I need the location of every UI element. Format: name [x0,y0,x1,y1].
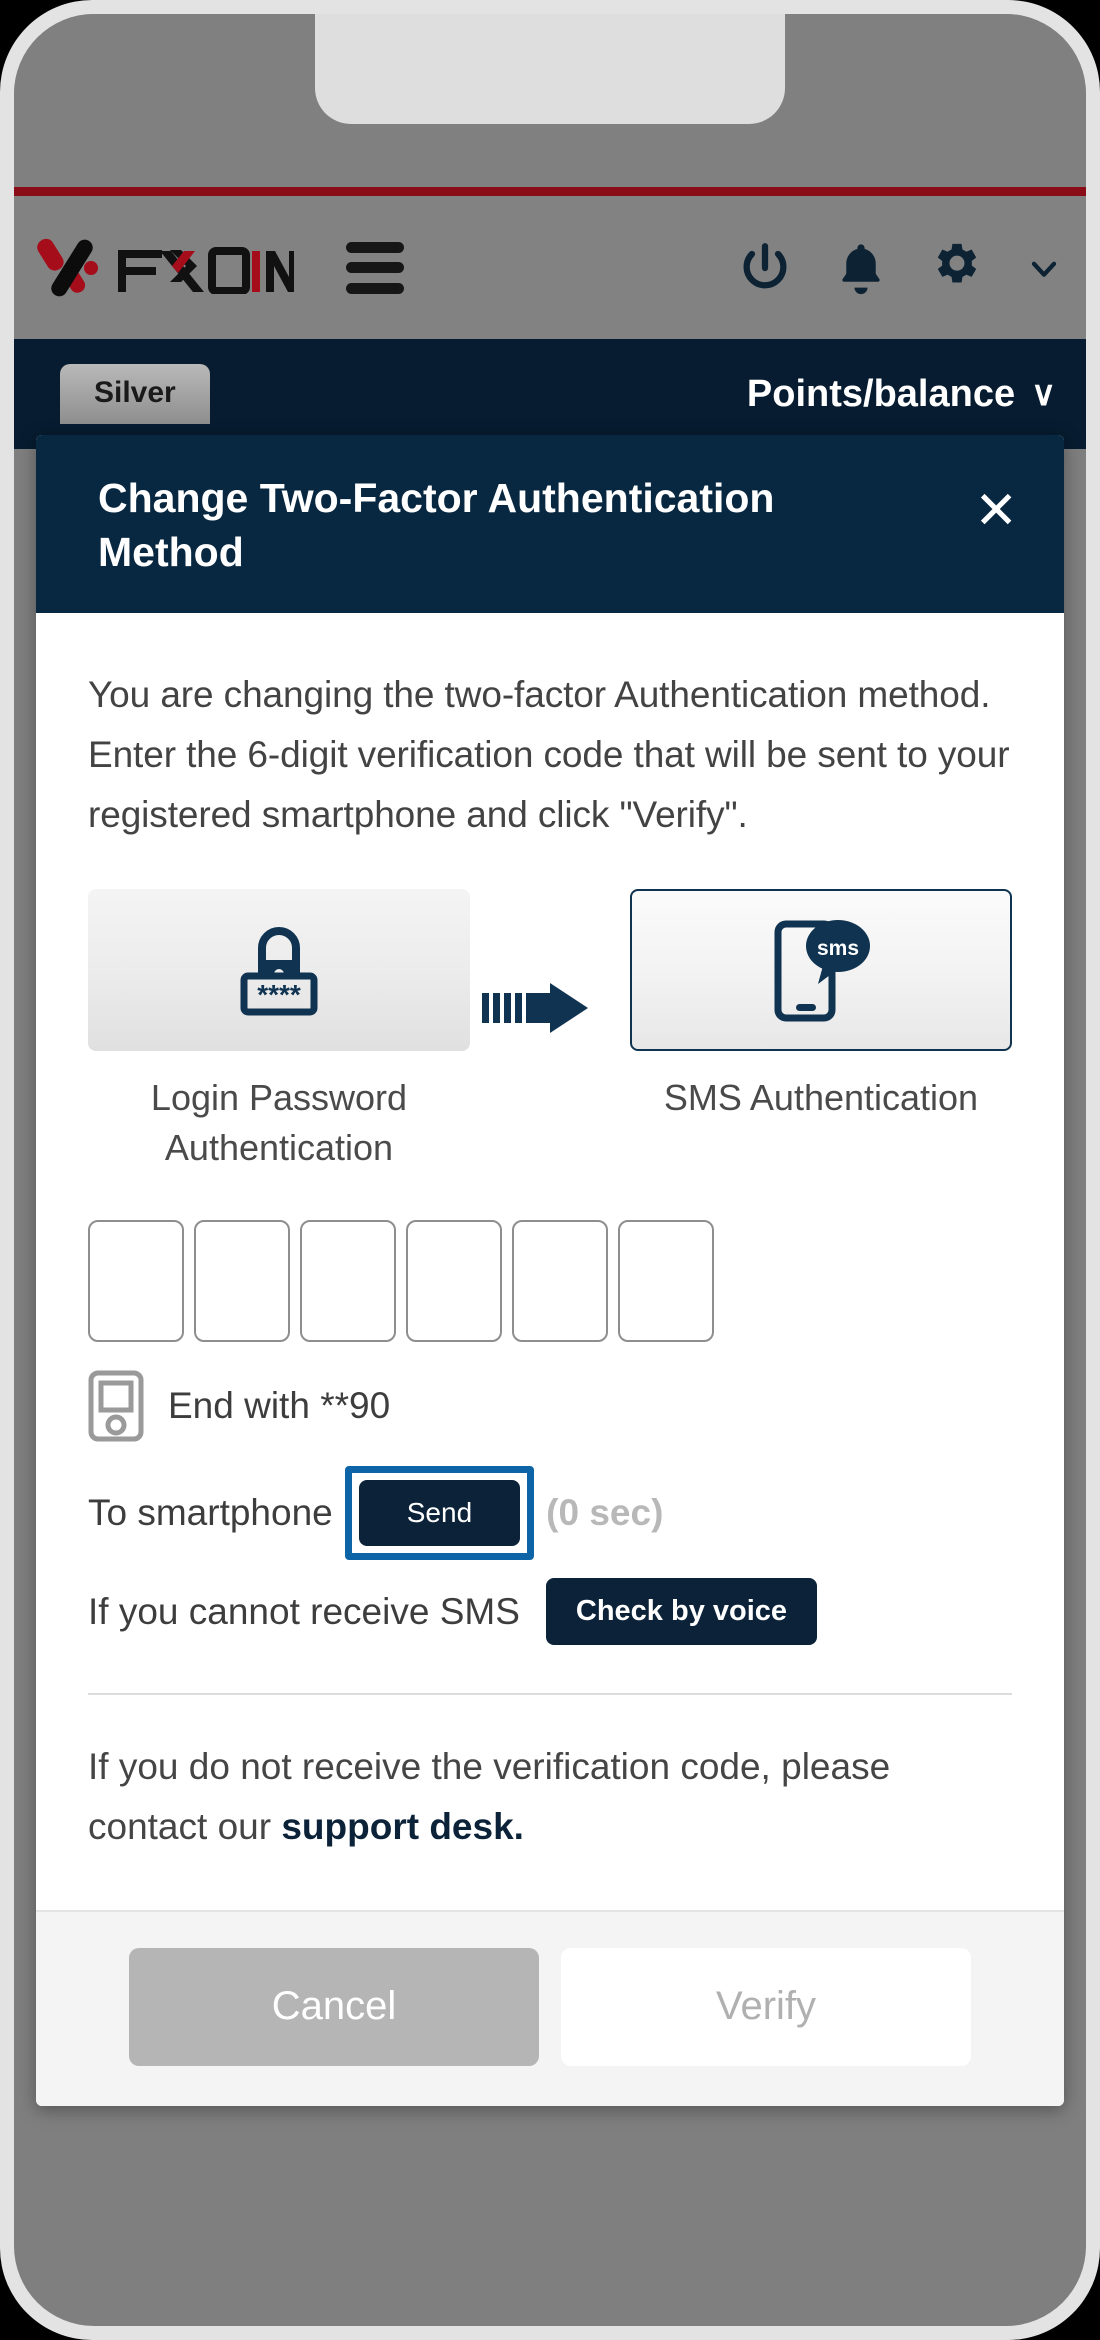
sms-badge-label: sms [817,937,859,960]
otp-digit-4[interactable] [406,1220,502,1343]
method-label-from: Login Password Authentication [150,1077,408,1168]
method-labels: Login Password Authentication SMS Authen… [88,1073,1012,1172]
points-balance-label: Points/balance [746,372,1016,415]
dialog-title: Change Two-Factor Authentication Method [98,475,775,576]
voice-row-label: If you cannot receive SMS [88,1590,520,1632]
fxon-logo-mark [37,238,98,296]
divider [88,1693,1012,1696]
support-note: If you do not receive the verification c… [88,1737,1012,1901]
phone-notch [315,14,785,124]
arrow-right-icon [482,983,588,1034]
dialog-footer: Cancel Verify [36,1909,1064,2106]
otp-digit-1[interactable] [88,1220,184,1343]
hamburger-bar [346,282,404,294]
cancel-button[interactable]: Cancel [129,1947,539,2066]
mobile-phone-icon [88,1370,144,1442]
gear-icon[interactable] [928,239,986,297]
close-icon[interactable]: ✕ [968,485,1024,538]
points-balance-toggle[interactable]: Points/balance ∨ [747,373,1056,416]
two-factor-change-dialog: Change Two-Factor Authentication Method … [36,435,1064,2106]
chevron-down-icon[interactable] [1024,248,1064,288]
site-header [14,196,1086,339]
hamburger-bar [346,262,404,273]
otp-digit-2[interactable] [194,1220,290,1343]
send-row-label: To smartphone [88,1492,333,1534]
dialog-body: You are changing the two-factor Authenti… [36,613,1064,1910]
verify-button[interactable]: Verify [561,1947,971,2066]
check-by-voice-button[interactable]: Check by voice [545,1578,818,1646]
otp-digit-6[interactable] [618,1220,714,1343]
voice-fallback-row: If you cannot receive SMS Check by voice [88,1578,1012,1646]
method-card-sms: sms [630,889,1012,1052]
method-transition: **** sms [88,889,1012,1052]
power-icon[interactable] [736,239,794,297]
method-label-to: SMS Authentication [663,1077,979,1119]
send-code-row: To smartphone Send (0 sec) [88,1466,1012,1561]
otp-digit-5[interactable] [512,1220,608,1343]
password-lock-icon: **** [240,927,318,1016]
hamburger-menu-icon[interactable] [346,241,404,294]
tier-badge[interactable]: Silver [60,364,210,424]
destination-row: End with **90 [88,1370,1012,1442]
phone-mockup-frame: Silver Points/balance ∨ Change Two-Facto… [0,0,1100,2340]
otp-digit-3[interactable] [300,1220,396,1343]
destination-text: End with **90 [168,1385,391,1427]
send-button[interactable]: Send [358,1480,521,1547]
dialog-header: Change Two-Factor Authentication Method … [36,435,1064,614]
method-card-login-password: **** [88,889,470,1052]
phone-screen: Silver Points/balance ∨ Change Two-Facto… [14,14,1086,2326]
otp-input-group[interactable] [88,1220,1012,1343]
fxon-logo-wordmark [118,246,294,294]
brand-accent-rule [14,187,1086,196]
password-mask: **** [257,979,301,1010]
send-button-highlight: Send [344,1466,535,1561]
sms-phone-icon: sms [774,920,870,1022]
points-balance-bar: Silver Points/balance ∨ [14,339,1086,449]
send-timer: (0 sec) [546,1492,664,1534]
support-desk-link[interactable]: support desk. [281,1806,524,1847]
hamburger-bar [346,241,404,253]
bell-icon[interactable] [832,239,890,297]
dialog-description: You are changing the two-factor Authenti… [88,674,1010,836]
fxon-logo[interactable] [36,232,294,304]
header-action-icons [736,239,1064,297]
chevron-down-icon: ∨ [1031,375,1056,413]
